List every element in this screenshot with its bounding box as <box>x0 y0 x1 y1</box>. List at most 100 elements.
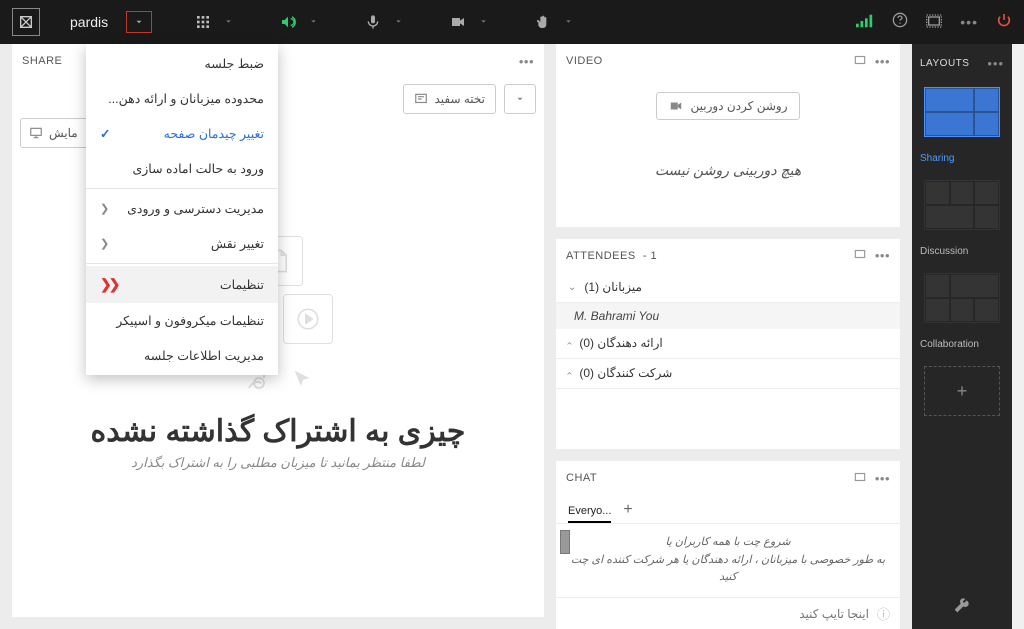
right-column: VIDEO ••• روشن کردن دوربین هیچ دوربینی ر… <box>556 44 912 629</box>
start-camera-button[interactable]: روشن کردن دوربین <box>656 92 801 120</box>
share-screen-label: مایش <box>49 126 78 140</box>
share-pod: SHARE ••• مایش تخته سفید <box>0 44 556 629</box>
toolbar-hand-group <box>534 13 577 31</box>
toolbar-mic-group <box>364 13 407 31</box>
layout-sharing[interactable] <box>924 87 1000 137</box>
topbar-right: ••• <box>856 12 1012 33</box>
menu-mic-speaker[interactable]: تنظیمات میکروفون و اسپیکر <box>86 303 278 338</box>
menu-access[interactable]: مدیریت دسترسی و ورودی❮ <box>86 191 278 226</box>
chat-hint-2: به طور خصوصی با میزبانان ، ارائه دهندگان… <box>566 552 890 587</box>
maximize-icon[interactable] <box>853 53 867 70</box>
layout-collaboration[interactable] <box>924 273 1000 323</box>
camera-icon[interactable] <box>449 13 467 31</box>
app-logo <box>12 8 40 36</box>
menu-change-layout[interactable]: تغییر چیدمان صفحه <box>86 116 278 151</box>
cursor-icon <box>287 363 317 393</box>
layouts-title: LAYOUTS <box>920 58 969 69</box>
chevron-left-icon: ❮ <box>100 202 109 215</box>
presenters-label: ارائه دهندگان (0) <box>579 336 662 350</box>
share-screen-button[interactable]: مایش <box>20 118 90 148</box>
whiteboard-dropdown[interactable] <box>504 84 536 114</box>
hosts-label: میزبانان (1) <box>584 280 642 294</box>
participants-section[interactable]: شرکت کنندگان (0) › <box>556 359 900 389</box>
grid-chevron[interactable] <box>220 17 237 28</box>
participants-label: شرکت کنندگان (0) <box>579 366 672 380</box>
wrench-icon[interactable] <box>954 597 970 617</box>
power-icon[interactable] <box>996 12 1012 33</box>
more-icon[interactable]: ••• <box>960 14 978 30</box>
more-icon[interactable]: ••• <box>875 248 890 263</box>
menu-settings[interactable]: تنظیمات❮❮ <box>86 266 278 303</box>
menu-separator <box>86 263 278 264</box>
room-menu-toggle[interactable] <box>126 11 152 33</box>
toolbar-speaker-group <box>279 13 322 31</box>
layout-discussion[interactable] <box>924 180 1000 230</box>
menu-role[interactable]: تغییر نقش❮ <box>86 226 278 261</box>
layout-discussion-label: Discussion <box>920 246 1004 257</box>
attendees-title: ATTENDEES - 1 <box>566 250 845 262</box>
layout-collaboration-label: Collaboration <box>920 339 1004 350</box>
attendee-row[interactable]: M. Bahrami You <box>556 303 900 329</box>
chat-pod: CHAT ••• Everyo... + شروع چت با همه کارب… <box>556 461 900 629</box>
speaker-icon[interactable] <box>279 13 297 31</box>
whiteboard-label: تخته سفید <box>434 92 485 106</box>
chevron-down-icon: ⌄ <box>568 282 576 293</box>
whiteboard-button[interactable]: تخته سفید <box>403 84 496 114</box>
menu-host-area[interactable]: محدوده میزبانان و ارائه دهن... <box>86 81 278 116</box>
video-body: روشن کردن دوربین هیچ دوربینی روشن نیست <box>556 78 900 227</box>
chat-body: شروع چت با همه کاربران یا به طور خصوصی ب… <box>556 524 900 597</box>
layouts-panel: LAYOUTS ••• Sharing Discussion Collabora… <box>912 44 1012 629</box>
scrollbar-thumb[interactable] <box>560 530 570 554</box>
chat-pod-header: CHAT ••• <box>556 461 900 495</box>
chat-tab-everyone[interactable]: Everyo... <box>568 501 611 523</box>
info-icon[interactable]: ⓘ <box>877 604 890 623</box>
layouts-header: LAYOUTS ••• <box>920 56 1004 71</box>
double-arrow-icon: ❮❮ <box>100 276 117 293</box>
chevron-right-icon: › <box>564 372 575 375</box>
video-title: VIDEO <box>566 55 845 67</box>
layout-sharing-label: Sharing <box>920 153 1004 164</box>
grid-icon[interactable] <box>194 13 212 31</box>
presenters-section[interactable]: ارائه دهندگان (0) › <box>556 329 900 359</box>
hosts-section[interactable]: میزبانان (1) ⌄ <box>556 273 900 303</box>
chat-title: CHAT <box>566 472 845 484</box>
menu-prepare-mode[interactable]: ورود به حالت اماده سازی <box>86 151 278 186</box>
camera-button-label: روشن کردن دوربین <box>691 99 788 113</box>
signal-icon[interactable] <box>856 14 874 31</box>
speaker-chevron[interactable] <box>305 17 322 28</box>
hand-chevron[interactable] <box>560 17 577 28</box>
add-layout-button[interactable]: + <box>924 366 1000 416</box>
toolbar-camera-group <box>449 13 492 31</box>
more-icon[interactable]: ••• <box>875 471 890 486</box>
chevron-left-icon: ❮ <box>100 237 109 250</box>
room-name: pardis <box>70 14 108 30</box>
maximize-icon[interactable] <box>853 470 867 487</box>
share-empty-title: چیزی به اشتراک گذاشته نشده <box>91 414 466 449</box>
chat-input-bar: ⓘ <box>556 597 900 629</box>
chat-hint-1: شروع چت با همه کاربران یا <box>566 534 890 552</box>
mic-icon[interactable] <box>364 13 382 31</box>
menu-record[interactable]: ضبط جلسه <box>86 46 278 81</box>
hand-icon[interactable] <box>534 13 552 31</box>
attendees-pod-header: ATTENDEES - 1 ••• <box>556 239 900 273</box>
topbar-left: pardis <box>12 8 577 36</box>
menu-separator <box>86 188 278 189</box>
help-icon[interactable] <box>892 12 908 32</box>
more-icon[interactable]: ••• <box>987 56 1004 71</box>
add-chat-tab-icon[interactable]: + <box>623 501 632 523</box>
share-empty-subtitle: لطفا منتظر بمانید تا میزبان مطلبی را به … <box>131 455 425 471</box>
toolbar-grid-group <box>194 13 237 31</box>
menu-meeting-info[interactable]: مدیریت اطلاعات جلسه <box>86 338 278 373</box>
chevron-right-icon: › <box>564 342 575 345</box>
more-icon[interactable]: ••• <box>519 54 534 69</box>
video-pod: VIDEO ••• روشن کردن دوربین هیچ دوربینی ر… <box>556 44 900 239</box>
chat-input[interactable] <box>566 607 869 621</box>
room-dropdown-menu: ضبط جلسه محدوده میزبانان و ارائه دهن... … <box>86 44 278 375</box>
more-icon[interactable]: ••• <box>875 54 890 69</box>
play-icon <box>283 294 333 344</box>
maximize-icon[interactable] <box>853 247 867 264</box>
top-bar: pardis <box>0 0 1024 44</box>
camera-chevron[interactable] <box>475 17 492 28</box>
mic-chevron[interactable] <box>390 17 407 28</box>
fullscreen-icon[interactable] <box>926 13 942 32</box>
